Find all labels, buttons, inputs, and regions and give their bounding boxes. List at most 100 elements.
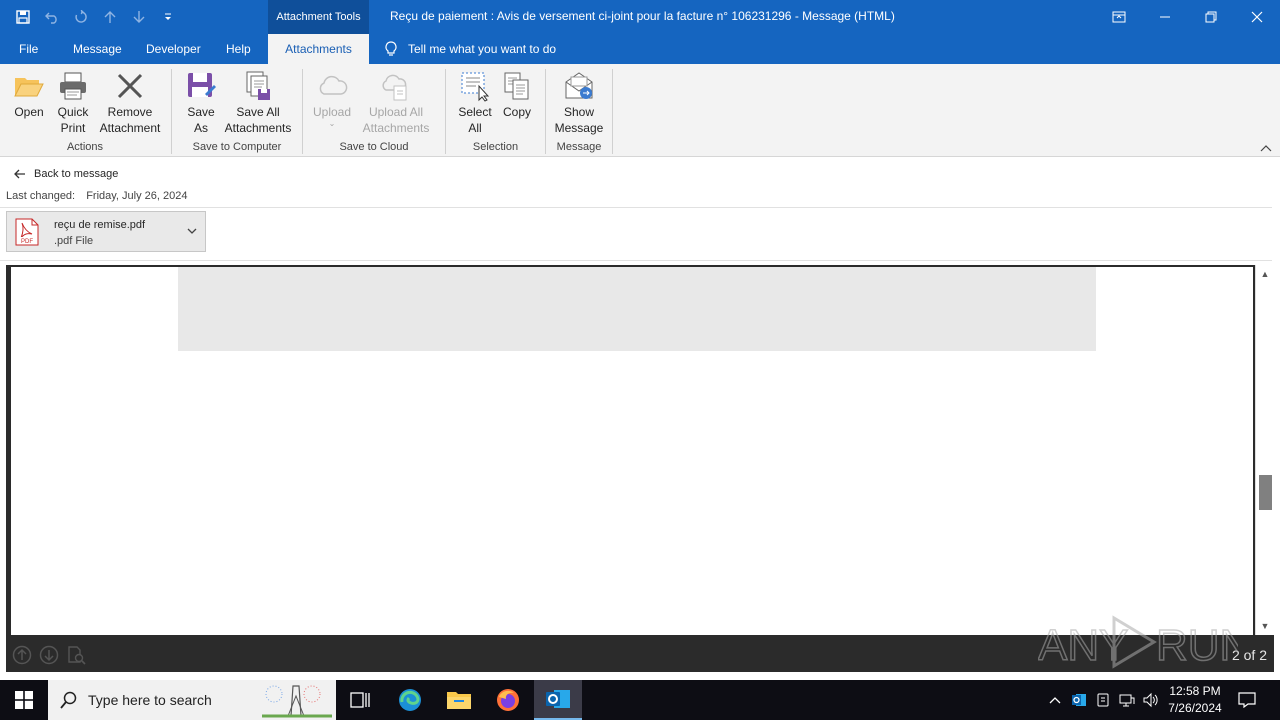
tab-file[interactable]: File: [19, 34, 38, 64]
printer-icon: [60, 72, 86, 100]
task-view-icon[interactable]: [336, 680, 384, 720]
quick-access-toolbar: [10, 0, 180, 34]
windows-taskbar: Type here to search 12:58 PM 7/26/2024: [0, 680, 1280, 720]
back-to-message-link[interactable]: Back to message: [14, 168, 118, 180]
scroll-down-icon[interactable]: ▼: [1256, 621, 1274, 631]
tab-help[interactable]: Help: [226, 34, 251, 64]
ribbon: Open Quick Print Remove Attachment Actio…: [0, 64, 1280, 157]
network-icon[interactable]: [1116, 680, 1138, 720]
save-all-label-1: Save All: [236, 105, 280, 119]
redo-icon[interactable]: [68, 5, 93, 30]
eiffel-tower-fireworks-icon: [262, 685, 332, 718]
tab-message[interactable]: Message: [73, 34, 122, 64]
back-to-message-label: Back to message: [34, 168, 119, 180]
previous-page-icon[interactable]: [12, 645, 32, 665]
save-as-button[interactable]: Save As: [184, 70, 218, 136]
group-save-to-cloud-label: Save to Cloud: [339, 141, 409, 153]
scroll-up-icon[interactable]: ▲: [1256, 269, 1274, 279]
tell-me-box[interactable]: Tell me what you want to do: [384, 34, 556, 64]
divider: [0, 207, 1272, 208]
select-all-label-1: Select: [458, 105, 492, 119]
attachment-name: reçu de remise.pdf: [54, 219, 146, 231]
remove-x-icon: [117, 73, 143, 99]
undo-icon[interactable]: [39, 5, 64, 30]
taskbar-search-box[interactable]: Type here to search: [48, 680, 336, 720]
last-changed-value: Friday, July 26, 2024: [86, 190, 188, 202]
outlook-icon[interactable]: [534, 680, 582, 720]
copy-button[interactable]: Copy: [500, 70, 534, 120]
scrollbar-thumb[interactable]: [1259, 475, 1272, 510]
find-in-document-icon[interactable]: [66, 645, 86, 665]
start-button[interactable]: [0, 680, 48, 720]
pdf-file-icon: PDF: [15, 218, 39, 246]
anyrun-watermark-logo: ANY RUN: [1038, 615, 1238, 670]
last-changed-label: Last changed:: [6, 190, 76, 202]
chevron-up-icon[interactable]: [1044, 680, 1066, 720]
window-controls: [1096, 0, 1280, 34]
quick-print-label-1: Quick: [57, 105, 89, 119]
attachment-chip[interactable]: PDF reçu de remise.pdf .pdf File: [6, 211, 206, 252]
quick-print-button[interactable]: Quick Print: [55, 70, 91, 136]
lightbulb-icon: [385, 41, 397, 56]
divider: [0, 260, 1272, 261]
upload-all-attachments-button[interactable]: Upload All Attachments: [354, 70, 438, 136]
upload-button[interactable]: Upload ⌄: [310, 70, 354, 128]
upload-label: Upload: [312, 105, 352, 119]
attachment-tools-context-label: Attachment Tools: [268, 0, 369, 34]
tell-me-text: Tell me what you want to do: [408, 42, 557, 56]
minimize-icon[interactable]: [1142, 0, 1188, 34]
save-all-label-2: Attachments: [224, 121, 292, 135]
upload-all-label-2: Attachments: [362, 121, 430, 135]
up-arrow-icon[interactable]: [97, 5, 122, 30]
clock-time: 12:58 PM: [1169, 684, 1221, 698]
save-as-label-2: As: [193, 121, 208, 135]
last-changed: Last changed: Friday, July 26, 2024: [6, 190, 187, 202]
show-message-icon: [565, 72, 593, 99]
save-icon[interactable]: [10, 5, 35, 30]
next-page-icon[interactable]: [39, 645, 59, 665]
collapse-ribbon-icon[interactable]: [1260, 143, 1272, 155]
remove-label-1: Remove: [107, 105, 153, 119]
show-message-button[interactable]: Show Message: [554, 70, 604, 136]
down-arrow-icon[interactable]: [126, 5, 151, 30]
tab-attachments[interactable]: Attachments: [268, 34, 369, 64]
pdf-page: [11, 267, 1253, 635]
volume-icon[interactable]: [1140, 680, 1162, 720]
windows-logo-icon: [15, 691, 33, 709]
svg-text:PDF: PDF: [21, 239, 33, 245]
outlook-tray-icon[interactable]: [1068, 680, 1090, 720]
upload-dropdown-icon: ⌄: [328, 119, 336, 128]
firefox-icon[interactable]: [484, 680, 532, 720]
notifications-icon[interactable]: [1234, 680, 1260, 720]
search-icon: [60, 691, 77, 709]
device-icon[interactable]: [1092, 680, 1114, 720]
svg-text:RUN: RUN: [1156, 621, 1238, 670]
open-button[interactable]: Open: [12, 70, 46, 120]
select-all-icon: [461, 72, 490, 102]
chevron-down-icon[interactable]: [187, 224, 197, 238]
ribbon-tabs: File Message Developer Help Attachments …: [0, 34, 1280, 64]
customize-qat-icon[interactable]: [155, 5, 180, 30]
group-actions-label: Actions: [66, 141, 104, 153]
ribbon-display-options-icon[interactable]: [1096, 0, 1142, 34]
edge-icon[interactable]: [386, 680, 434, 720]
taskbar-clock[interactable]: 12:58 PM 7/26/2024: [1160, 683, 1230, 717]
restore-icon[interactable]: [1188, 0, 1234, 34]
copy-icon: [504, 72, 529, 100]
back-arrow-icon: [14, 169, 25, 179]
attachment-type: .pdf File: [54, 235, 94, 247]
remove-attachment-button[interactable]: Remove Attachment: [96, 70, 164, 136]
tab-developer[interactable]: Developer: [146, 34, 201, 64]
select-all-button[interactable]: Select All: [456, 70, 494, 136]
clock-date: 7/26/2024: [1168, 701, 1222, 715]
upload-all-label-1: Upload All: [368, 105, 424, 119]
folder-open-icon: [14, 78, 44, 97]
group-separator: [612, 69, 613, 154]
save-as-label-1: Save: [187, 105, 215, 119]
close-icon[interactable]: [1234, 0, 1280, 34]
vertical-scrollbar[interactable]: ▲ ▼: [1255, 265, 1274, 635]
pdf-preview-viewer: ▲ ▼ 2 of 2: [6, 265, 1274, 672]
select-all-label-2: All: [468, 121, 482, 135]
file-explorer-icon[interactable]: [435, 680, 483, 720]
save-all-attachments-button[interactable]: Save All Attachments: [222, 70, 294, 136]
